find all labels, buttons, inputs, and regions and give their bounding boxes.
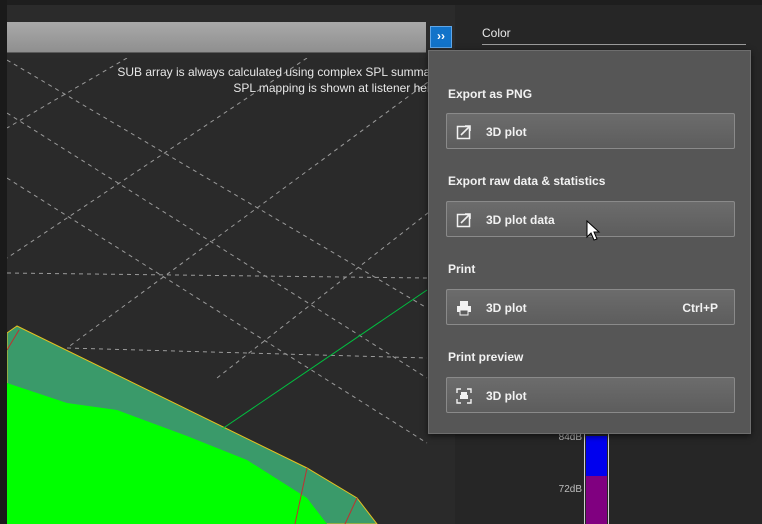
plot-note-sub-array: SUB array is always calculated using com… (117, 65, 443, 79)
legend-color-band-72db (586, 476, 607, 524)
mouse-cursor-icon (586, 220, 601, 241)
color-label: Color (482, 26, 511, 40)
legend-color-band-84db (586, 436, 607, 476)
section-title-export-png: Export as PNG (448, 87, 533, 101)
shortcut-label: Ctrl+P (682, 301, 718, 315)
button-label: 3D plot (486, 125, 527, 139)
export-icon (456, 213, 471, 228)
export-png-3d-plot-button[interactable]: 3D plot (446, 113, 735, 149)
print-preview-3d-plot-button[interactable]: 3D plot (446, 377, 735, 413)
print-preview-icon (456, 388, 472, 404)
legend-tick-72db: 72dB (558, 484, 582, 495)
color-underline (482, 44, 746, 45)
window-left-frame (0, 0, 7, 524)
spl-3d-plot[interactable]: SUB array is always calculated using com… (7, 58, 455, 524)
plot-toolbar (7, 22, 426, 53)
legend-border-right (608, 430, 609, 524)
expand-panel-button[interactable]: ›› (430, 26, 452, 48)
button-label: 3D plot (486, 301, 527, 315)
export-icon (456, 125, 471, 140)
legend-border-left (584, 430, 585, 524)
plot-note-spl-mapping: SPL mapping is shown at listener heigh (233, 81, 443, 95)
export-menu-popup: Export as PNG 3D plot Export raw data & … (428, 50, 751, 434)
section-title-print-preview: Print preview (448, 350, 524, 364)
print-3d-plot-button[interactable]: 3D plot Ctrl+P (446, 289, 735, 325)
button-label: 3D plot (486, 389, 527, 403)
button-label: 3D plot data (486, 213, 555, 227)
printer-icon (457, 301, 471, 316)
plot-canvas (7, 58, 448, 524)
section-title-export-raw-data: Export raw data & statistics (448, 174, 606, 188)
section-title-print: Print (448, 262, 476, 276)
